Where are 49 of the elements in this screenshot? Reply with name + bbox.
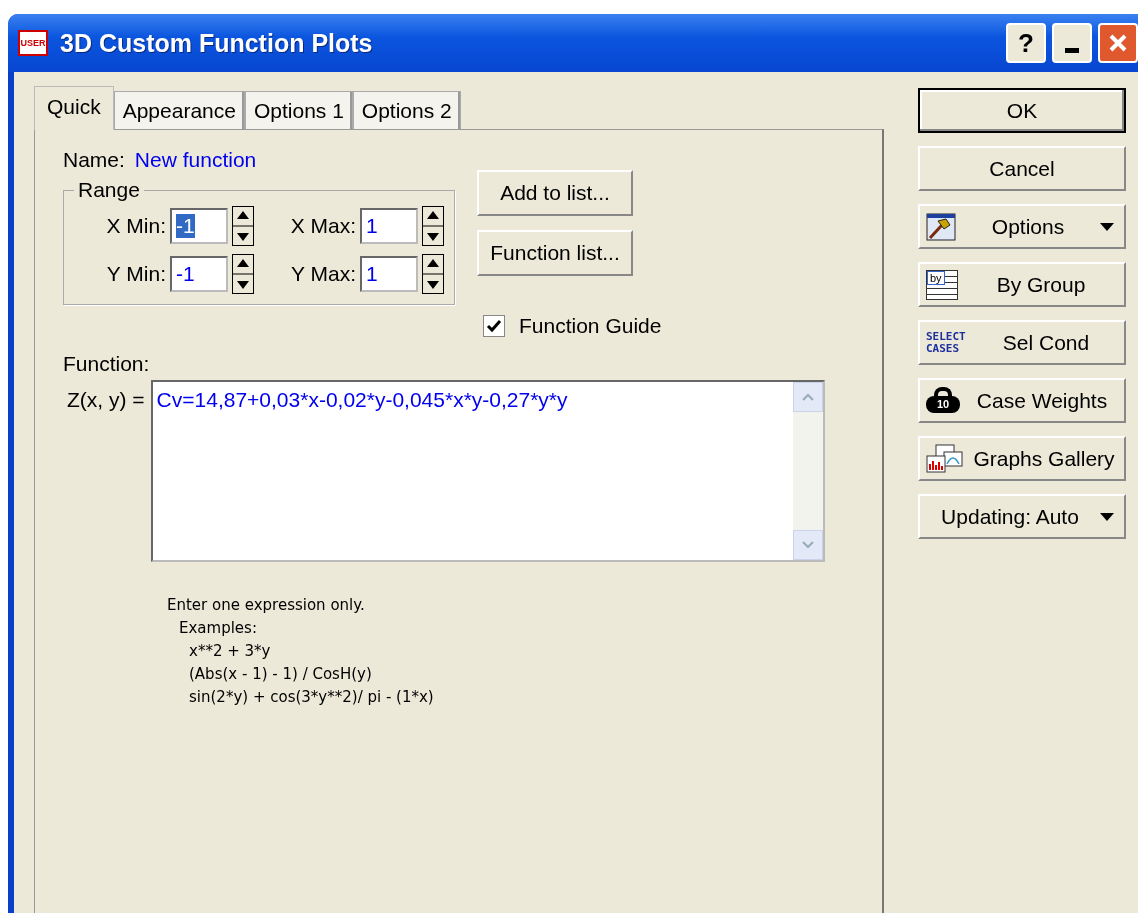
side-button[interactable]: by By Group [918, 262, 1126, 307]
spinner-icon[interactable] [232, 254, 254, 294]
help-text: Examples: [178, 618, 258, 639]
side-button[interactable]: SELECT CASES Sel Cond [918, 320, 1126, 365]
help-text: x**2 + 3*y [188, 641, 272, 662]
number-field[interactable]: -1 [170, 208, 228, 244]
side-button[interactable]: Graphs Gallery [918, 436, 1126, 481]
minimize-button[interactable] [1052, 23, 1092, 63]
range-title: Range [77, 178, 141, 202]
name-value: New function [134, 148, 257, 172]
select-cases-icon: SELECT CASES [926, 330, 968, 355]
number-field[interactable]: 1 [360, 256, 418, 292]
checkbox-label: Function Guide [519, 314, 662, 338]
gallery-icon [926, 443, 964, 474]
side-button[interactable]: OK [918, 88, 1126, 133]
tab[interactable]: Quick [34, 86, 114, 130]
tab[interactable]: Appearance [113, 91, 245, 129]
by-group-icon: by [926, 269, 958, 300]
checkbox[interactable] [483, 315, 505, 337]
function-heading: Function: [63, 352, 151, 376]
scroll-bar[interactable] [792, 382, 823, 560]
list-button[interactable]: Function list... [477, 230, 633, 276]
app-icon: USER [18, 30, 48, 56]
spinner-icon[interactable] [422, 206, 444, 246]
spinner-icon[interactable] [422, 254, 444, 294]
field-label: X Min: [106, 214, 166, 238]
tab[interactable]: Options 2 [352, 91, 461, 129]
side-button[interactable]: Cancel [918, 146, 1126, 191]
tab[interactable]: Options 1 [244, 91, 353, 129]
number-field[interactable]: -1 [170, 256, 228, 292]
help-button[interactable]: ? [1006, 23, 1046, 63]
help-text: sin(2*y) + cos(3*y**2)/ pi - (1*x) [188, 687, 435, 708]
spinner-icon[interactable] [232, 206, 254, 246]
side-button[interactable]: Options [918, 204, 1126, 249]
field-label: Y Min: [106, 262, 166, 286]
window-title: 3D Custom Function Plots [60, 28, 374, 58]
close-button[interactable] [1098, 23, 1138, 63]
field-label: Y Max: [291, 262, 356, 286]
number-field[interactable]: 1 [360, 208, 418, 244]
name-label: Name: [63, 148, 125, 172]
function-label: Z(x, y) = [67, 387, 145, 412]
help-text: (Abs(x - 1) - 1) / CosH(y) [188, 664, 373, 685]
field-label: X Max: [290, 214, 356, 238]
help-text: Enter one expression only. [167, 595, 366, 616]
side-button[interactable]: Updating: Auto [918, 494, 1126, 539]
hammer-icon [926, 212, 956, 241]
side-button[interactable]: 10 Case Weights [918, 378, 1126, 423]
function-field[interactable]: Cv=14,87+0,03*x-0,02*y-0,045*x*y-0,27*y*y [150, 380, 825, 562]
list-button[interactable]: Add to list... [477, 170, 633, 216]
